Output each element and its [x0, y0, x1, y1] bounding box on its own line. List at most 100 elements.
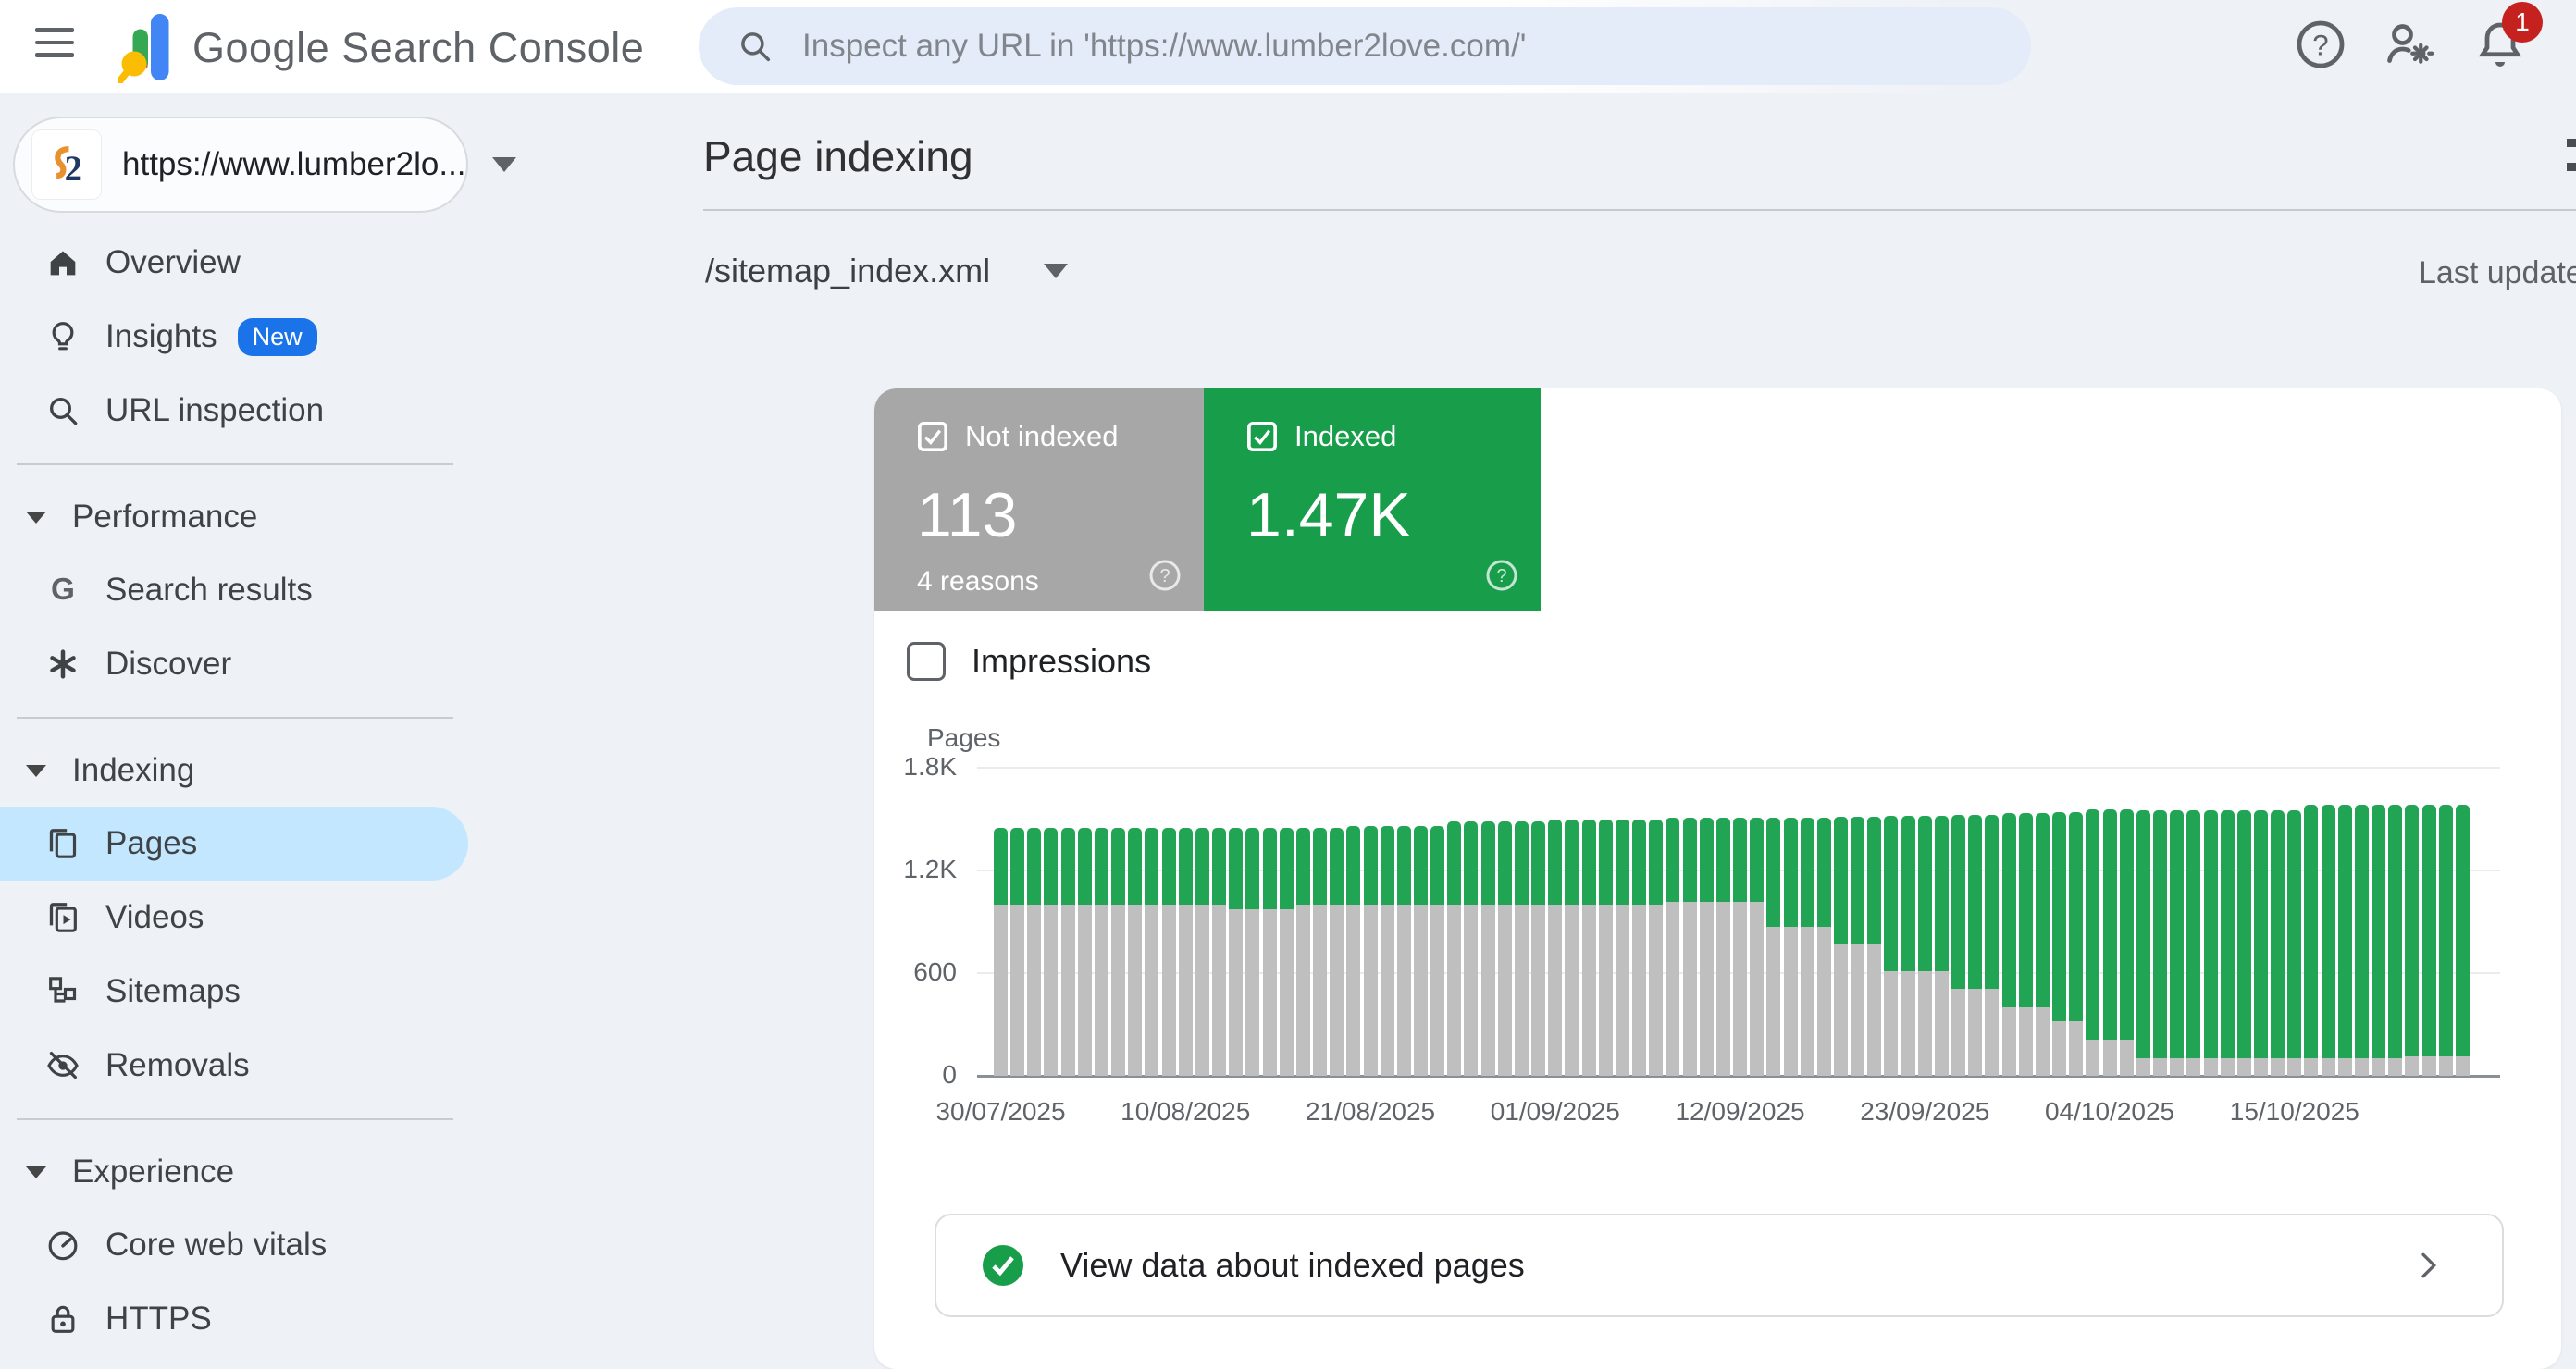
- chart-bar[interactable]: [1951, 815, 1965, 1076]
- chart-bar[interactable]: [1548, 820, 1562, 1076]
- chart-bar[interactable]: [1111, 828, 1125, 1076]
- chart-bar[interactable]: [1430, 826, 1444, 1076]
- chart-bar[interactable]: [1565, 820, 1579, 1076]
- sidebar-section-performance[interactable]: Performance: [0, 481, 474, 553]
- chart-bar[interactable]: [1346, 826, 1360, 1076]
- sidebar-item-url-inspection[interactable]: URL inspection: [0, 374, 474, 448]
- chart-bar[interactable]: [1195, 828, 1209, 1076]
- chart-bar[interactable]: [1095, 828, 1108, 1076]
- chart-bar[interactable]: [2086, 809, 2099, 1076]
- unchecked-checkbox-icon[interactable]: [907, 642, 946, 681]
- chart-bar[interactable]: [1364, 826, 1378, 1076]
- chart-bar[interactable]: [2204, 810, 2218, 1076]
- sidebar-item-search-results[interactable]: GSearch results: [0, 553, 474, 627]
- chart-bar[interactable]: [1330, 828, 1344, 1076]
- help-icon[interactable]: ?: [2293, 17, 2348, 72]
- help-icon[interactable]: ?: [1146, 557, 1183, 594]
- sidebar-item-core-web-vitals[interactable]: Core web vitals: [0, 1208, 474, 1282]
- chart-bar[interactable]: [1666, 818, 1679, 1076]
- chart-bar[interactable]: [2221, 810, 2235, 1076]
- chart-bar[interactable]: [2103, 809, 2117, 1076]
- url-inspect-input[interactable]: [800, 27, 1961, 66]
- chart-bar[interactable]: [2052, 812, 2066, 1076]
- clipped-export-icon[interactable]: [2567, 163, 2576, 171]
- chart-bar[interactable]: [1599, 820, 1613, 1076]
- chart-bar[interactable]: [2019, 813, 2033, 1076]
- chart-bar[interactable]: [1750, 818, 1764, 1076]
- url-inspect-searchbar[interactable]: [699, 7, 2031, 85]
- sidebar-section-experience[interactable]: Experience: [0, 1136, 474, 1208]
- help-icon[interactable]: ?: [1483, 557, 1520, 594]
- chart-bar[interactable]: [1901, 816, 1915, 1076]
- chart-bar[interactable]: [2439, 805, 2453, 1076]
- sidebar-item-sitemaps[interactable]: Sitemaps: [0, 955, 474, 1029]
- chart-bar[interactable]: [1027, 828, 1041, 1076]
- chart-bar[interactable]: [1313, 828, 1327, 1076]
- chart-bar[interactable]: [1229, 828, 1243, 1076]
- chart-bar[interactable]: [2322, 805, 2335, 1076]
- clipped-export-icon[interactable]: [2567, 139, 2576, 147]
- chart-bar[interactable]: [2254, 810, 2268, 1076]
- chart-bar[interactable]: [2170, 810, 2184, 1076]
- chart-bar[interactable]: [2069, 812, 2083, 1076]
- chart-bar[interactable]: [2372, 805, 2385, 1076]
- chart-bar[interactable]: [1716, 818, 1730, 1076]
- chart-bar[interactable]: [1061, 828, 1075, 1076]
- chart-bar[interactable]: [1918, 816, 1932, 1076]
- property-selector[interactable]: 2 https://www.lumber2lo...: [13, 117, 468, 213]
- chart-bar[interactable]: [2271, 810, 2285, 1076]
- chart-bar[interactable]: [1447, 821, 1461, 1076]
- chart-bar[interactable]: [1498, 821, 1512, 1076]
- impressions-toggle[interactable]: Impressions: [907, 642, 1151, 681]
- chart-bar[interactable]: [1162, 828, 1176, 1076]
- chart-bar[interactable]: [1834, 817, 1848, 1076]
- indexing-bar-chart[interactable]: 1.8K1.2K6000: [977, 768, 2500, 1076]
- chart-bar[interactable]: [1296, 828, 1310, 1076]
- sidebar-item-discover[interactable]: Discover: [0, 627, 474, 701]
- chart-bar[interactable]: [2287, 810, 2301, 1076]
- chart-bar[interactable]: [1884, 816, 1898, 1076]
- chart-bar[interactable]: [1044, 828, 1058, 1076]
- chart-bar[interactable]: [1481, 821, 1495, 1076]
- chart-bar[interactable]: [1280, 828, 1294, 1076]
- chart-bar[interactable]: [2002, 813, 2016, 1076]
- chart-bar[interactable]: [1263, 828, 1277, 1076]
- chart-bar[interactable]: [1464, 821, 1478, 1076]
- chart-bar[interactable]: [1700, 818, 1714, 1076]
- chart-bar[interactable]: [1851, 817, 1864, 1076]
- checked-checkbox-icon[interactable]: [1246, 421, 1278, 452]
- chart-bar[interactable]: [1784, 818, 1798, 1076]
- chart-bar[interactable]: [1414, 826, 1428, 1076]
- chart-bar[interactable]: [1733, 818, 1747, 1076]
- chart-bar[interactable]: [1179, 828, 1193, 1076]
- chart-bar[interactable]: [1515, 821, 1529, 1076]
- chart-bar[interactable]: [2388, 805, 2402, 1076]
- sidebar-item-pages[interactable]: Pages: [0, 807, 468, 881]
- sidebar-item-videos[interactable]: Videos: [0, 881, 474, 955]
- chart-bar[interactable]: [1801, 818, 1814, 1076]
- user-settings-icon[interactable]: [2382, 17, 2437, 72]
- checked-checkbox-icon[interactable]: [917, 421, 948, 452]
- chart-bar[interactable]: [1078, 828, 1092, 1076]
- chart-bar[interactable]: [1632, 820, 1646, 1076]
- chart-bar[interactable]: [1766, 818, 1780, 1076]
- sidebar-item-overview[interactable]: Overview: [0, 226, 474, 300]
- chart-bar[interactable]: [1245, 828, 1259, 1076]
- chart-bar[interactable]: [1212, 828, 1226, 1076]
- sidebar-item-removals[interactable]: Removals: [0, 1029, 474, 1103]
- chart-bar[interactable]: [2338, 805, 2352, 1076]
- chart-bar[interactable]: [1649, 820, 1663, 1076]
- hamburger-menu-icon[interactable]: [35, 28, 74, 61]
- notification-badge[interactable]: 1: [2502, 2, 2543, 43]
- not-indexed-summary-card[interactable]: Not indexed 113 4 reasons ?: [874, 388, 1204, 610]
- indexed-summary-card[interactable]: Indexed 1.47K ?: [1204, 388, 1541, 610]
- chart-bar[interactable]: [2422, 805, 2436, 1076]
- chart-bar[interactable]: [1616, 820, 1629, 1076]
- sidebar-item-insights[interactable]: InsightsNew: [0, 300, 474, 374]
- chart-bar[interactable]: [2405, 805, 2419, 1076]
- chart-bar[interactable]: [1145, 828, 1158, 1076]
- chart-bar[interactable]: [1867, 817, 1881, 1076]
- chart-bar[interactable]: [1817, 818, 1831, 1076]
- sidebar-section-indexing[interactable]: Indexing: [0, 734, 474, 807]
- chart-bar[interactable]: [2456, 805, 2470, 1076]
